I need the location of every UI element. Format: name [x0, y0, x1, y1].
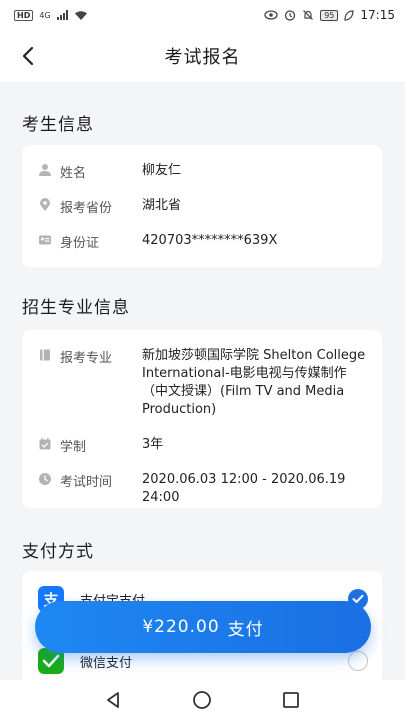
wechat-pay-label: 微信支付: [80, 655, 133, 671]
system-recents-button[interactable]: [271, 680, 311, 720]
mute-bell-icon: [303, 10, 314, 20]
exam-time-row: 考试时间 2020.06.03 12:00 - 2020.06.19 24:00: [38, 471, 368, 507]
major-duration-label: 学制: [60, 440, 87, 455]
clock-icon: [39, 473, 51, 485]
candidate-id-label: 身份证: [60, 236, 100, 251]
exam-time-label: 考试时间: [60, 475, 113, 490]
location-pin-icon: [40, 198, 50, 211]
status-right: 95 17:15: [264, 8, 395, 22]
status-left: HD 4G: [14, 9, 88, 21]
person-icon: [39, 164, 51, 176]
candidate-province-label: 报考省份: [60, 201, 113, 216]
candidate-info-card: 姓名 柳友仁 报考省份 湖北省 身份证 420703********639X: [22, 145, 382, 267]
book-icon: [40, 349, 50, 361]
eye-icon: [264, 10, 278, 20]
network-type: 4G: [39, 10, 51, 20]
pay-button[interactable]: ¥220.00 支付: [35, 601, 371, 653]
candidate-name-label: 姓名: [60, 166, 87, 181]
major-name-label: 报考专业: [60, 351, 113, 366]
navigation-bar: 考试报名: [0, 30, 405, 82]
pay-amount: ¥220.00: [142, 617, 220, 637]
major-section-title: 招生专业信息: [22, 298, 130, 318]
candidate-id-row: 身份证 420703********639X: [38, 232, 368, 251]
back-button[interactable]: [14, 42, 42, 70]
triangle-back-icon: [107, 692, 120, 708]
major-duration-value: 3年: [142, 437, 164, 452]
circle-home-icon: [193, 691, 212, 709]
candidate-province-row: 报考省份 湖北省: [38, 197, 368, 216]
signal-icon: [56, 10, 68, 20]
pay-button-label: 支付: [227, 619, 264, 640]
major-name-row: 报考专业 新加坡莎顿国际学院 Shelton College Internati…: [38, 347, 368, 419]
leaf-icon: [344, 9, 355, 21]
calendar-check-icon: [39, 437, 51, 450]
status-bar: HD 4G 95 17:15: [0, 0, 405, 30]
system-home-button[interactable]: [182, 680, 222, 720]
major-info-card: 报考专业 新加坡莎顿国际学院 Shelton College Internati…: [22, 330, 382, 508]
alarm-icon: [285, 10, 296, 21]
wifi-icon: [74, 10, 87, 20]
square-recents-icon: [282, 692, 299, 708]
page-title: 考试报名: [164, 47, 241, 68]
candidate-province-value: 湖北省: [142, 198, 182, 213]
candidate-id-value: 420703********639X: [142, 233, 278, 248]
candidate-section-title: 考生信息: [22, 115, 94, 135]
id-card-icon: [39, 235, 51, 245]
candidate-name-value: 柳友仁: [142, 163, 182, 178]
major-name-value: 新加坡莎顿国际学院 Shelton College International-…: [142, 348, 366, 417]
payment-section-title: 支付方式: [22, 542, 94, 562]
hd-indicator: HD: [14, 9, 34, 21]
wechat-pay-radio[interactable]: [348, 651, 368, 671]
chevron-left-icon: [22, 46, 34, 66]
exam-time-value: 2020.06.03 12:00 - 2020.06.19 24:00: [142, 472, 346, 505]
candidate-name-row: 姓名 柳友仁: [38, 162, 368, 181]
system-back-button[interactable]: [94, 680, 134, 720]
major-duration-row: 学制 3年: [38, 436, 368, 455]
system-navigation-bar: [0, 680, 405, 720]
clock-time: 17:15: [360, 8, 395, 22]
battery-icon: 95: [320, 9, 339, 21]
